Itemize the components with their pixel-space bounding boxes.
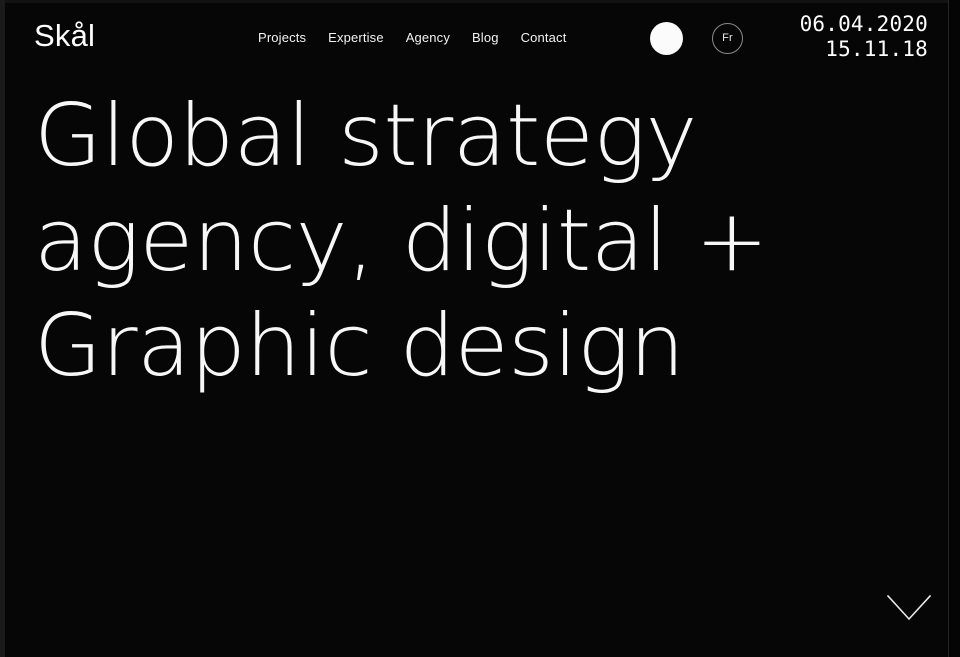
page-root: Skål Projects Expertise Agency Blog Cont…	[0, 0, 960, 657]
main-navigation: Projects Expertise Agency Blog Contact	[258, 30, 566, 46]
chevron-down-icon	[886, 594, 932, 621]
hero-line-3: Graphic design	[34, 296, 685, 396]
scroll-down-button[interactable]	[886, 592, 932, 624]
site-logo[interactable]: Skål	[34, 20, 95, 51]
language-toggle-button[interactable]: Fr	[712, 23, 743, 54]
window-top-edge	[0, 0, 960, 3]
window-left-edge	[0, 0, 5, 657]
nav-item-expertise[interactable]: Expertise	[328, 30, 384, 46]
filled-circle-icon[interactable]	[650, 22, 683, 55]
clock-time: 15.11.18	[825, 37, 928, 61]
hero-headline: Global strategy agency, digital + Graphi…	[34, 84, 769, 399]
clock-date: 06.04.2020	[799, 12, 928, 36]
clock-display: 06.04.2020 15.11.18	[800, 12, 928, 62]
nav-item-agency[interactable]: Agency	[406, 30, 450, 46]
page-scrollbar[interactable]	[948, 0, 960, 657]
site-header: Skål Projects Expertise Agency Blog Cont…	[0, 0, 948, 78]
language-toggle-label: Fr	[722, 32, 733, 44]
nav-item-projects[interactable]: Projects	[258, 30, 306, 46]
hero-line-1: Global strategy	[34, 86, 697, 186]
nav-item-blog[interactable]: Blog	[472, 30, 499, 46]
nav-item-contact[interactable]: Contact	[521, 30, 567, 46]
hero-line-2: agency, digital +	[34, 191, 769, 291]
